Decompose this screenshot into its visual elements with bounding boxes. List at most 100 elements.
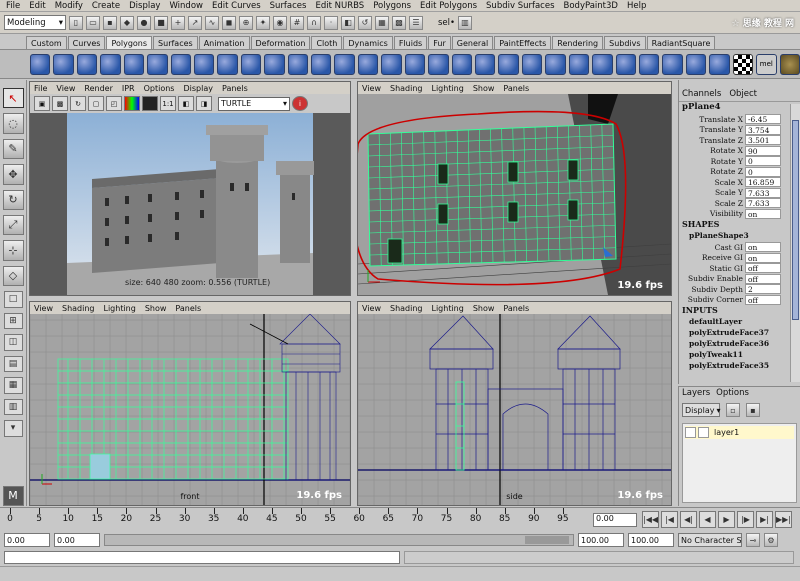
poly-uv-icon[interactable] bbox=[615, 53, 636, 75]
render-region-icon[interactable]: ▢ bbox=[88, 96, 104, 111]
persp-viewport[interactable]: View Shading Lighting Show Panels 19.6 fps bbox=[357, 81, 672, 296]
range-bar[interactable] bbox=[104, 534, 574, 546]
poly-extrude-face-icon[interactable] bbox=[264, 53, 285, 75]
poly-sphere-icon[interactable] bbox=[30, 53, 51, 75]
step-forward-key-icon[interactable]: |▶ bbox=[737, 511, 754, 528]
snap-grid-icon[interactable]: # bbox=[290, 15, 304, 30]
play-forwards-icon[interactable]: ▶ bbox=[718, 511, 735, 528]
renderer-settings-icon[interactable]: i bbox=[292, 96, 308, 111]
attr-row-subdiv-depth[interactable]: Subdiv Depth 2 bbox=[679, 284, 800, 295]
options-menu[interactable]: Options bbox=[716, 388, 749, 398]
front-menu-shading[interactable]: Shading bbox=[62, 304, 95, 313]
menu-edit[interactable]: Edit bbox=[29, 1, 45, 11]
poly-separate-icon[interactable] bbox=[193, 53, 215, 75]
select-hierarchy-icon[interactable]: ◆ bbox=[120, 15, 134, 30]
render_view-menu-file[interactable]: File bbox=[34, 84, 47, 93]
new-layer-icon[interactable]: ▫ bbox=[726, 403, 740, 417]
shelf-tab-polygons[interactable]: Polygons bbox=[106, 36, 153, 49]
paint-select-icon[interactable]: ✎ bbox=[2, 138, 24, 160]
attr-row-rotate-y[interactable]: Rotate Y0 bbox=[679, 156, 800, 167]
poly-bridge-icon[interactable] bbox=[311, 53, 332, 75]
front-menu-lighting[interactable]: Lighting bbox=[103, 304, 135, 313]
select-tool-icon[interactable]: ↖ bbox=[2, 88, 24, 109]
persp-outliner-layout-icon[interactable]: ▤ bbox=[3, 355, 23, 373]
poly-torus-icon[interactable] bbox=[147, 53, 168, 75]
redo-render-icon[interactable]: ▣ bbox=[34, 96, 50, 111]
poly-extrude-edge-icon[interactable] bbox=[287, 53, 309, 75]
poly-wedge-icon[interactable] bbox=[381, 53, 402, 75]
shelf-tab-general[interactable]: General bbox=[451, 36, 494, 49]
time-slider-ticks[interactable]: 0 5 10 15 20 25 30 35 40 45 50 55 60 65 70 75 80 85 90 95 bbox=[7, 508, 590, 532]
select-component-icon[interactable]: ■ bbox=[154, 15, 168, 30]
layer-row[interactable]: layer1 bbox=[685, 426, 794, 439]
save-icon[interactable]: ▪ bbox=[103, 15, 117, 30]
poly-boolean-icon[interactable] bbox=[217, 53, 238, 75]
side-menu-panels[interactable]: Panels bbox=[503, 304, 529, 313]
attr-row-translate-z[interactable]: Translate Z 3.501 bbox=[679, 135, 800, 146]
filter-curves-icon[interactable]: ∿ bbox=[205, 15, 219, 30]
shelf-tab-curves[interactable]: Curves bbox=[67, 36, 106, 49]
menu-polygons[interactable]: Polygons bbox=[373, 1, 411, 11]
go-to-end-icon[interactable]: ▶▶| bbox=[775, 511, 792, 528]
render-view-panel[interactable]: File View Render IPR Options Display Panels ▣ … bbox=[29, 81, 351, 296]
four-pane-layout-icon[interactable]: ⊞ bbox=[3, 312, 23, 330]
scrollbar-thumb[interactable] bbox=[792, 120, 799, 320]
attr-value-field[interactable]: off bbox=[745, 294, 781, 305]
attr-value-field[interactable]: 7.633 bbox=[745, 187, 781, 198]
render_view-menu-ipr[interactable]: IPR bbox=[122, 84, 135, 93]
render_view-menu-options[interactable]: Options bbox=[144, 84, 175, 93]
attr-value-field[interactable]: 2 bbox=[745, 284, 781, 295]
new-layer-selected-icon[interactable]: ▪ bbox=[746, 403, 760, 417]
shelf-tab-rendering[interactable]: Rendering bbox=[552, 36, 604, 49]
persp-menu-shading[interactable]: Shading bbox=[390, 84, 423, 93]
remove-image-icon[interactable]: ◨ bbox=[196, 96, 212, 111]
keep-image-icon[interactable]: ◧ bbox=[178, 96, 194, 111]
hypershade-layout-icon[interactable]: ▥ bbox=[3, 398, 23, 416]
attr-row-static-gi[interactable]: Static GI off bbox=[679, 263, 800, 274]
input-node-polyextrudeface36[interactable]: polyExtrudeFace36 bbox=[679, 339, 800, 350]
attr-value-field[interactable]: -6.45 bbox=[745, 114, 781, 125]
render_view-menu-panels[interactable]: Panels bbox=[222, 84, 248, 93]
render_view-menu-display[interactable]: Display bbox=[183, 84, 213, 93]
side-by-side-layout-icon[interactable]: ◫ bbox=[3, 334, 23, 351]
input-node-polyextrudeface35[interactable]: polyExtrudeFace35 bbox=[679, 361, 800, 372]
side-viewport[interactable]: View Shading Lighting Show Panels side 1… bbox=[357, 301, 672, 506]
poly-auto-map-icon[interactable] bbox=[709, 53, 730, 75]
rotate-tool-icon[interactable]: ↻ bbox=[2, 189, 24, 210]
poly-reduce-icon[interactable] bbox=[545, 53, 566, 75]
input-node-defaultlayer[interactable]: defaultLayer bbox=[679, 317, 800, 328]
render-globals-icon[interactable]: ☰ bbox=[409, 15, 423, 30]
persp-graph-layout-icon[interactable]: ▦ bbox=[3, 377, 23, 394]
poly-normals-icon[interactable] bbox=[592, 53, 613, 75]
step-forward-frame-icon[interactable]: ▶| bbox=[756, 511, 773, 528]
attr-value-field[interactable]: 0 bbox=[745, 166, 781, 177]
object-name[interactable]: pPlane4 bbox=[679, 102, 800, 114]
filter-rendering-icon[interactable]: ◉ bbox=[273, 15, 287, 30]
lasso-tool-icon[interactable]: ◌ bbox=[2, 113, 24, 134]
shelf-tab-animation[interactable]: Animation bbox=[198, 36, 250, 49]
poly-triangulate-icon[interactable] bbox=[498, 53, 519, 75]
poly-bevel-icon[interactable] bbox=[404, 53, 426, 75]
attr-value-field[interactable]: 90 bbox=[745, 145, 781, 156]
refresh-ipr-icon[interactable]: ↻ bbox=[70, 96, 86, 111]
poly-append-icon[interactable] bbox=[334, 53, 355, 75]
playback-end-field[interactable]: 100.00 bbox=[578, 533, 624, 547]
template-toggle[interactable] bbox=[698, 427, 709, 438]
attr-value-field[interactable]: 16.859 bbox=[745, 177, 781, 188]
input-node-polyextrudeface37[interactable]: polyExtrudeFace37 bbox=[679, 328, 800, 339]
menu-edit-curves[interactable]: Edit Curves bbox=[212, 1, 261, 11]
attr-row-subdiv-corner[interactable]: Subdiv Corner off bbox=[679, 294, 800, 306]
move-tool-icon[interactable]: ✥ bbox=[2, 164, 24, 185]
side-menu-view[interactable]: View bbox=[362, 304, 381, 313]
mel-script-icon[interactable]: mel bbox=[756, 53, 777, 75]
mode-select[interactable]: Modeling ▾ bbox=[4, 15, 66, 30]
preferences-icon[interactable]: ⚙ bbox=[764, 533, 778, 547]
front-viewport[interactable]: View Shading Lighting Show Panels front 19.6… bbox=[29, 301, 351, 506]
step-back-frame-icon[interactable]: |◀ bbox=[661, 511, 678, 528]
snap-view-icon[interactable]: ◧ bbox=[341, 15, 355, 30]
single-pane-layout-icon[interactable]: □ bbox=[3, 291, 23, 308]
attr-value-field[interactable]: 0 bbox=[745, 156, 781, 167]
poly-cube-icon[interactable] bbox=[53, 53, 74, 75]
menu-subdiv-surfaces[interactable]: Subdiv Surfaces bbox=[486, 1, 554, 11]
poly-delete-icon[interactable] bbox=[451, 53, 473, 75]
